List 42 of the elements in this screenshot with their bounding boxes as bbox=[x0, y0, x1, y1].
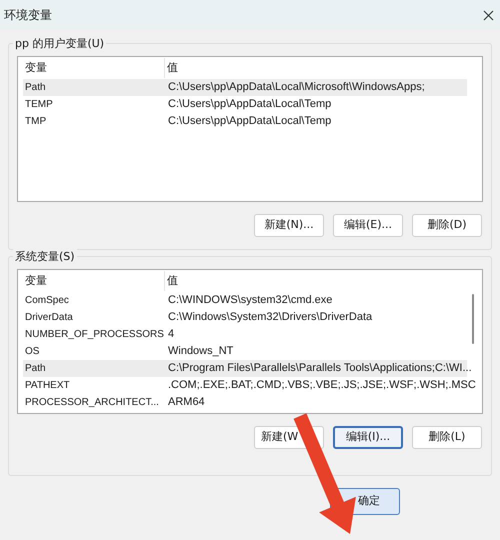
list-row[interactable]: NUMBER_OF_PROCESSORS 4 bbox=[23, 326, 467, 343]
variable-value: 4 bbox=[167, 327, 174, 342]
list-row[interactable]: OS Windows_NT bbox=[23, 343, 467, 360]
variable-value: C:\Users\pp\AppData\Local\Temp bbox=[167, 114, 332, 130]
column-header[interactable]: 变量 bbox=[23, 271, 165, 291]
variable-value: C:\Users\pp\AppData\Local\Microsoft\WindowsApps; bbox=[167, 80, 425, 96]
variable-value: C:\Users\pp\AppData\Local\Temp bbox=[167, 97, 332, 112]
close-icon[interactable] bbox=[483, 10, 494, 20]
scrollbar[interactable] bbox=[472, 294, 474, 344]
button[interactable]: 新建(N)... bbox=[254, 214, 324, 237]
variable-name: Path bbox=[24, 80, 47, 94]
variable-name: Path bbox=[24, 362, 47, 376]
variable-name: ComSpec bbox=[24, 294, 70, 308]
list-row[interactable]: Path C:\Users\pp\AppData\Local\Microsoft\WindowsApps; bbox=[23, 79, 467, 96]
variable-value: .COM;.EXE;.BAT;.CMD;.VBS;.VBE;.JS;.JSE;.WSF;.WSH;.MSC bbox=[167, 378, 476, 394]
button[interactable]: 编辑(I)... bbox=[333, 426, 403, 449]
column-header[interactable]: 值 bbox=[165, 271, 477, 291]
variable-value: C:\Windows\System32\Drivers\DriverData bbox=[167, 310, 372, 326]
variable-name: OS bbox=[24, 344, 40, 358]
column-header[interactable]: 变量 bbox=[23, 58, 165, 78]
variable-value: C:\WINDOWS\system32\cmd.exe bbox=[167, 293, 332, 308]
list-row[interactable]: TEMP C:\Users\pp\AppData\Local\Temp bbox=[23, 96, 467, 113]
list-row[interactable]: DriverData C:\Windows\System32\Drivers\DriverData bbox=[23, 309, 467, 326]
list-row[interactable]: ComSpec C:\WINDOWS\system32\cmd.exe bbox=[23, 292, 467, 309]
column-header[interactable]: 值 bbox=[165, 58, 477, 78]
list-row[interactable]: PROCESSOR_ARCHITECT... ARM64 bbox=[23, 394, 467, 411]
variable-name: PATHEXT bbox=[24, 378, 71, 392]
window-title: 环境变量 bbox=[4, 7, 52, 24]
variable-name: NUMBER_OF_PROCESSORS bbox=[24, 328, 165, 342]
variable-value: ARM64 bbox=[167, 395, 205, 410]
button[interactable]: 删除(D) bbox=[412, 214, 482, 237]
variable-list[interactable] bbox=[17, 269, 483, 414]
variable-value: Windows_NT bbox=[167, 344, 234, 360]
variable-name: TMP bbox=[24, 114, 48, 128]
button[interactable]: 编辑(E)... bbox=[333, 214, 403, 237]
variable-name: PROCESSOR_ARCHITECT... bbox=[24, 396, 160, 410]
list-row[interactable]: TMP C:\Users\pp\AppData\Local\Temp bbox=[23, 113, 467, 130]
button[interactable]: 删除(L) bbox=[412, 426, 482, 449]
group-label: pp 的用户变量(U) bbox=[13, 36, 106, 52]
variable-list[interactable]: 变量 值 Path C:\Users\pp\AppData\Local\Microsoft\WindowsApps; TEMP C:\Users\pp\AppData\Local\Temp TMP C:\Users\pp\AppData\Local\Temp bbox=[17, 56, 483, 202]
variable-name: TEMP bbox=[24, 98, 54, 112]
variable-name: DriverData bbox=[24, 310, 74, 324]
